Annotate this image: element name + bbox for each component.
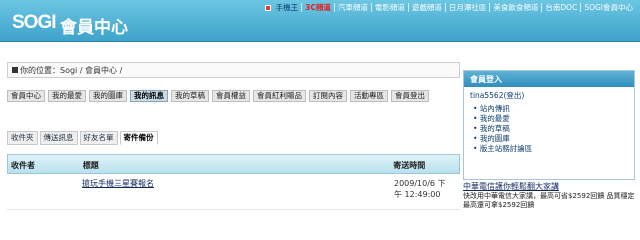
top-nav: 手機王 3C頻道 汽車頻道 電影頻道 遊戲頻道 日月潭社區 美食飲食頻道 台南D… bbox=[264, 3, 636, 12]
ad-title-link[interactable]: 中華電信護你輕鬆翻大家講 bbox=[463, 182, 635, 192]
top-nav-item[interactable]: 遊戲頻道 bbox=[409, 3, 446, 12]
promo-ad: 中華電信護你輕鬆翻大家講 快改用中華電信大家講，最高可省$2592回饋 品質穩定… bbox=[463, 182, 635, 217]
phone-icon bbox=[264, 4, 271, 11]
member-tabs: 會員中心 我的最愛 我的圖庫 我的訊息 我的草稿 會員權益 會員紅利贈品 訂閱內… bbox=[7, 90, 460, 117]
site-header: SOGI 會員中心 手機王 3C頻道 汽車頻道 電影頻道 遊戲頻道 日月潭社區 … bbox=[0, 0, 640, 42]
tab-bonus-gifts[interactable]: 會員紅利贈品 bbox=[253, 90, 306, 102]
header-subject: 標題 bbox=[82, 161, 99, 170]
page-title: 會員中心 bbox=[60, 18, 128, 38]
subtab-friends[interactable]: 好友名單 bbox=[79, 131, 118, 145]
sent-messages-table: 收件者 標題 寄送時間 搶玩手機三星賽報名 2009/10/6 下 午 12:4… bbox=[7, 154, 460, 210]
tab-member-center[interactable]: 會員中心 bbox=[7, 90, 45, 102]
table-row: 搶玩手機三星賽報名 2009/10/6 下 午 12:49:00 bbox=[7, 174, 460, 210]
sidebar-link-messages[interactable]: 站內傳訊 bbox=[473, 104, 625, 114]
row-sent-time: 2009/10/6 下 午 12:49:00 bbox=[391, 174, 460, 209]
message-subtabs: 收件夾 傳送訊息 好友名單 寄件備份 bbox=[7, 131, 158, 145]
tab-logout[interactable]: 會員登出 bbox=[391, 90, 429, 102]
member-links: 站內傳訊 我的最愛 我的草稿 我的圖庫 版主站務討論區 bbox=[464, 104, 634, 154]
tab-drafts[interactable]: 我的草稿 bbox=[171, 90, 209, 102]
breadcrumb: 你的位置：Sogi / 會員中心 / bbox=[7, 62, 460, 78]
sidebar-link-forum[interactable]: 版主站務討論區 bbox=[473, 144, 625, 154]
top-nav-item[interactable]: 台南DOC bbox=[542, 3, 582, 12]
subtab-sent-backup[interactable]: 寄件備份 bbox=[119, 131, 158, 145]
logged-in-user[interactable]: tina5562(登出) bbox=[464, 87, 634, 104]
row-recipient bbox=[7, 174, 79, 209]
main-content: 你的位置：Sogi / 會員中心 / 會員中心 我的最愛 我的圖庫 我的訊息 我… bbox=[7, 62, 460, 212]
member-login-panel: 會員登入 tina5562(登出) 站內傳訊 我的最愛 我的草稿 我的圖庫 版主… bbox=[463, 70, 635, 180]
tab-messages[interactable]: 我的訊息 bbox=[130, 90, 168, 102]
sent-date: 2009/10/6 下 bbox=[394, 179, 446, 188]
subtab-send-message[interactable]: 傳送訊息 bbox=[39, 131, 78, 145]
top-nav-item[interactable]: 日月潭社區 bbox=[446, 3, 491, 12]
header-recipient: 收件者 bbox=[11, 161, 35, 170]
ad-text: 快改用中華電信大家講，最高可省$2592回饋 品質穩定 最高還可拿$2592回饋 bbox=[463, 192, 635, 209]
site-logo[interactable]: SOGI bbox=[12, 12, 57, 34]
location-icon bbox=[12, 67, 18, 73]
table-header: 收件者 標題 寄送時間 bbox=[7, 154, 460, 174]
sidebar-link-drafts[interactable]: 我的草稿 bbox=[473, 124, 625, 134]
top-nav-item[interactable]: 3C頻道 bbox=[302, 3, 335, 12]
top-nav-item[interactable]: 電影頻道 bbox=[372, 3, 409, 12]
panel-title: 會員登入 bbox=[464, 71, 634, 87]
tab-gallery[interactable]: 我的圖庫 bbox=[89, 90, 127, 102]
sent-clock: 午 12:49:00 bbox=[394, 190, 441, 199]
top-nav-item[interactable]: SOGI會員中心 bbox=[581, 3, 636, 12]
row-subject: 搶玩手機三星賽報名 bbox=[79, 174, 391, 209]
top-nav-item[interactable]: 美食飲食頻道 bbox=[490, 3, 543, 12]
header-sent-time: 寄送時間 bbox=[393, 161, 426, 170]
top-nav-item[interactable]: 手機王 bbox=[273, 3, 303, 12]
top-nav-item[interactable]: 汽車頻道 bbox=[335, 3, 372, 12]
sidebar-link-favorites[interactable]: 我的最愛 bbox=[473, 114, 625, 124]
message-subject-link[interactable]: 搶玩手機三星賽報名 bbox=[82, 179, 154, 188]
tab-member-rights[interactable]: 會員權益 bbox=[212, 90, 250, 102]
tab-subscriptions[interactable]: 訂閱內容 bbox=[309, 90, 347, 102]
tab-favorites[interactable]: 我的最愛 bbox=[48, 90, 86, 102]
subtab-inbox[interactable]: 收件夾 bbox=[7, 131, 38, 145]
sidebar-link-gallery[interactable]: 我的圖庫 bbox=[473, 134, 625, 144]
breadcrumb-text: 你的位置：Sogi / 會員中心 / bbox=[20, 65, 123, 75]
tab-events[interactable]: 活動專區 bbox=[350, 90, 388, 102]
